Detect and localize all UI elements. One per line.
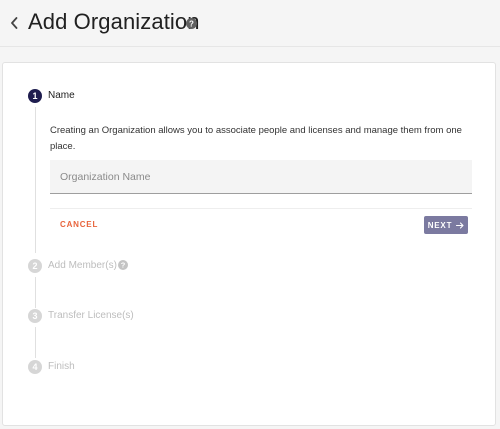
- arrow-right-icon: [456, 221, 464, 229]
- step-connector-2: [35, 277, 36, 308]
- step-3-indicator: 3: [28, 309, 42, 323]
- next-button-label: NEXT: [427, 220, 453, 230]
- step-2-indicator: 2: [28, 259, 42, 273]
- svg-text:?: ?: [121, 261, 126, 270]
- step-1-indicator: 1: [28, 89, 42, 103]
- step-4-label: Finish: [48, 361, 75, 372]
- cancel-button[interactable]: CANCEL: [60, 220, 98, 229]
- next-button[interactable]: NEXT: [424, 216, 468, 234]
- step-2-label: Add Member(s): [48, 260, 117, 271]
- organization-name-input[interactable]: [50, 160, 472, 193]
- step-description: Creating an Organization allows you to a…: [50, 125, 462, 152]
- help-circle-icon[interactable]: ?: [186, 18, 197, 29]
- step-connector-1: [35, 107, 36, 253]
- step-1-label: Name: [48, 90, 75, 101]
- help-circle-icon[interactable]: ?: [118, 260, 128, 270]
- page-header: Add Organization ?: [0, 0, 500, 47]
- add-organization-page: Add Organization ? 1 Name Creating an Or…: [0, 0, 500, 429]
- step-connector-3: [35, 327, 36, 358]
- back-button[interactable]: [6, 13, 22, 33]
- organization-name-field[interactable]: [50, 160, 472, 194]
- chevron-left-icon: [11, 17, 18, 29]
- page-title: Add Organization: [28, 9, 200, 34]
- step-3-label: Transfer License(s): [48, 310, 134, 321]
- svg-text:?: ?: [189, 19, 194, 28]
- actions-divider: [50, 208, 472, 209]
- step-4-indicator: 4: [28, 360, 42, 374]
- stepper-card: [2, 62, 496, 426]
